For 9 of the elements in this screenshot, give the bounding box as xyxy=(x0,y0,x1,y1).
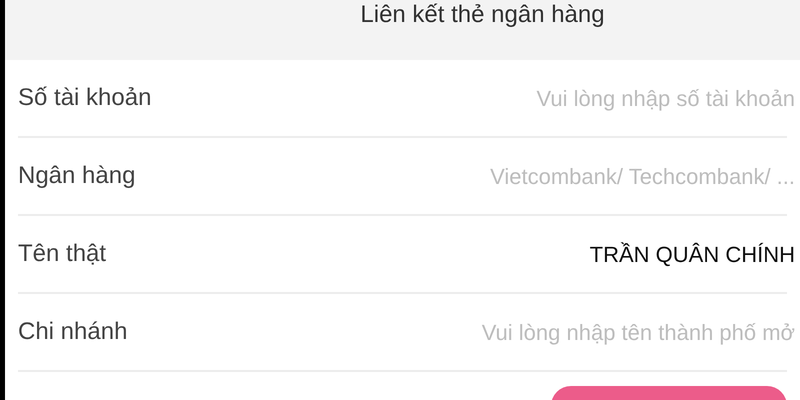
field-label: Tên thật xyxy=(18,239,106,269)
field-label: Ngân hàng xyxy=(18,161,136,191)
field-label: Chi nhánh xyxy=(18,317,128,347)
input-field[interactable]: Vietcombank/ Techcombank/ ... xyxy=(355,160,795,192)
page-title: Liên kết thẻ ngân hàng xyxy=(360,0,605,30)
input-field[interactable]: TRẦN QUÂN CHÍNH xyxy=(355,238,795,270)
input-field[interactable]: Vui lòng nhập tên thành phố mở xyxy=(355,316,795,348)
field-label: Số tài khoản xyxy=(18,83,152,113)
input-field[interactable]: Vui lòng nhập số tài khoản xyxy=(355,82,795,114)
